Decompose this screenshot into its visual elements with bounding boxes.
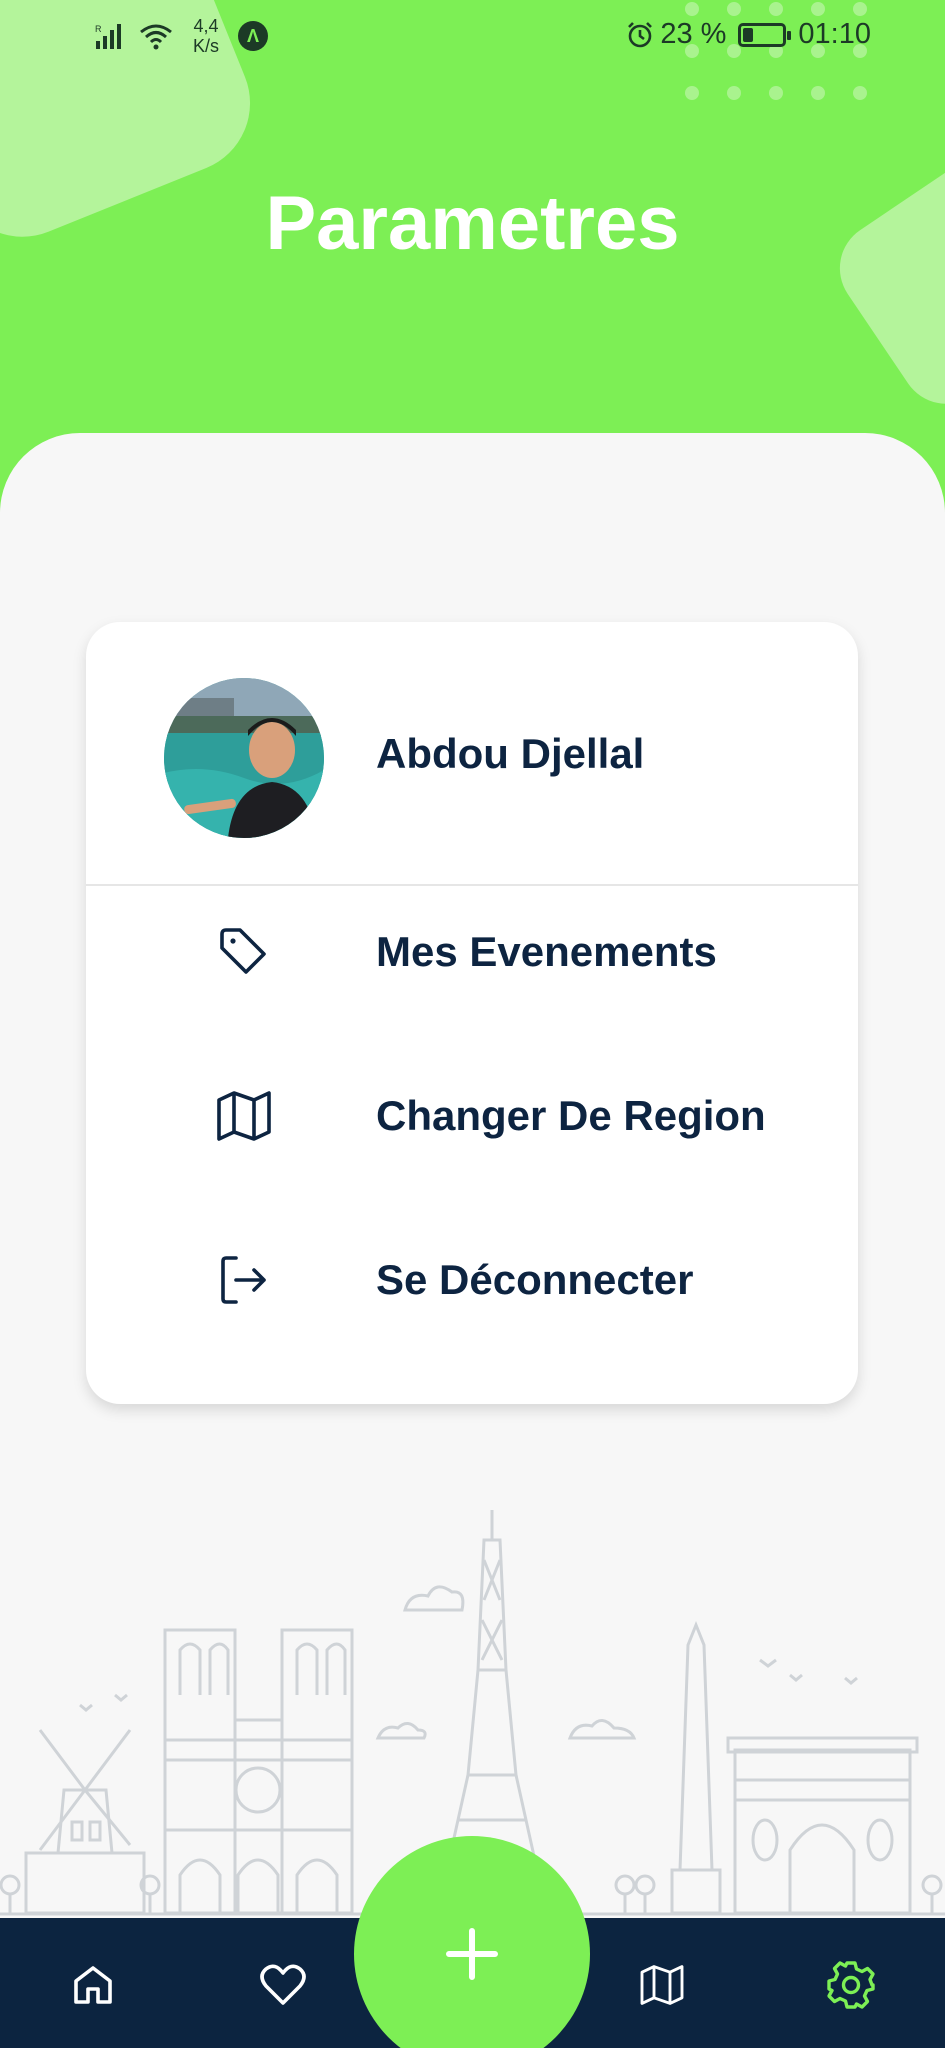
menu-item-changer-de-region[interactable]: Changer De Region: [86, 1050, 858, 1180]
nav-home-button[interactable]: [58, 1950, 128, 2020]
signal-icon: R: [95, 24, 121, 49]
plus-icon: [446, 1928, 498, 1980]
menu-item-label: Mes Evenements: [376, 928, 717, 975]
profile-row[interactable]: Abdou Djellal: [86, 622, 858, 886]
alarm-icon: [628, 21, 653, 47]
map-icon: [217, 1091, 271, 1141]
status-bar: R 4,4 K/s Λ 23 % 01:10: [0, 0, 945, 72]
battery-level: [743, 27, 754, 42]
home-icon: [74, 1966, 112, 2004]
clock: 01:10: [798, 18, 871, 50]
nav-settings-button[interactable]: [816, 1950, 886, 2020]
battery-percent: 23 %: [660, 18, 727, 50]
nav-map-button[interactable]: [627, 1950, 697, 2020]
nav-favorites-button[interactable]: [248, 1950, 318, 2020]
settings-card: Abdou Djellal Mes Evenements Changer De …: [86, 622, 858, 1404]
menu-item-label: Changer De Region: [376, 1092, 766, 1139]
menu-item-label: Se Déconnecter: [376, 1256, 694, 1303]
logout-icon: [221, 1256, 266, 1304]
profile-name: Abdou Djellal: [376, 730, 645, 777]
heart-icon: [260, 1964, 306, 2005]
map-icon: [640, 1965, 684, 2005]
wifi-icon: [140, 24, 172, 50]
network-speed-value: 4,4: [193, 16, 219, 36]
menu-item-se-deconnecter[interactable]: Se Déconnecter: [86, 1214, 858, 1344]
battery-icon: [738, 22, 792, 47]
tag-icon: [220, 928, 266, 974]
avatar: [164, 678, 324, 838]
settings-gear-icon: [827, 1961, 875, 2009]
network-speed: 4,4 K/s: [186, 16, 226, 56]
svg-text:R: R: [95, 24, 102, 34]
menu-item-mes-evenements[interactable]: Mes Evenements: [86, 886, 858, 1016]
page-title: Parametres: [265, 181, 680, 266]
network-speed-unit: K/s: [192, 36, 219, 56]
app-notification-icon: Λ: [238, 21, 268, 51]
